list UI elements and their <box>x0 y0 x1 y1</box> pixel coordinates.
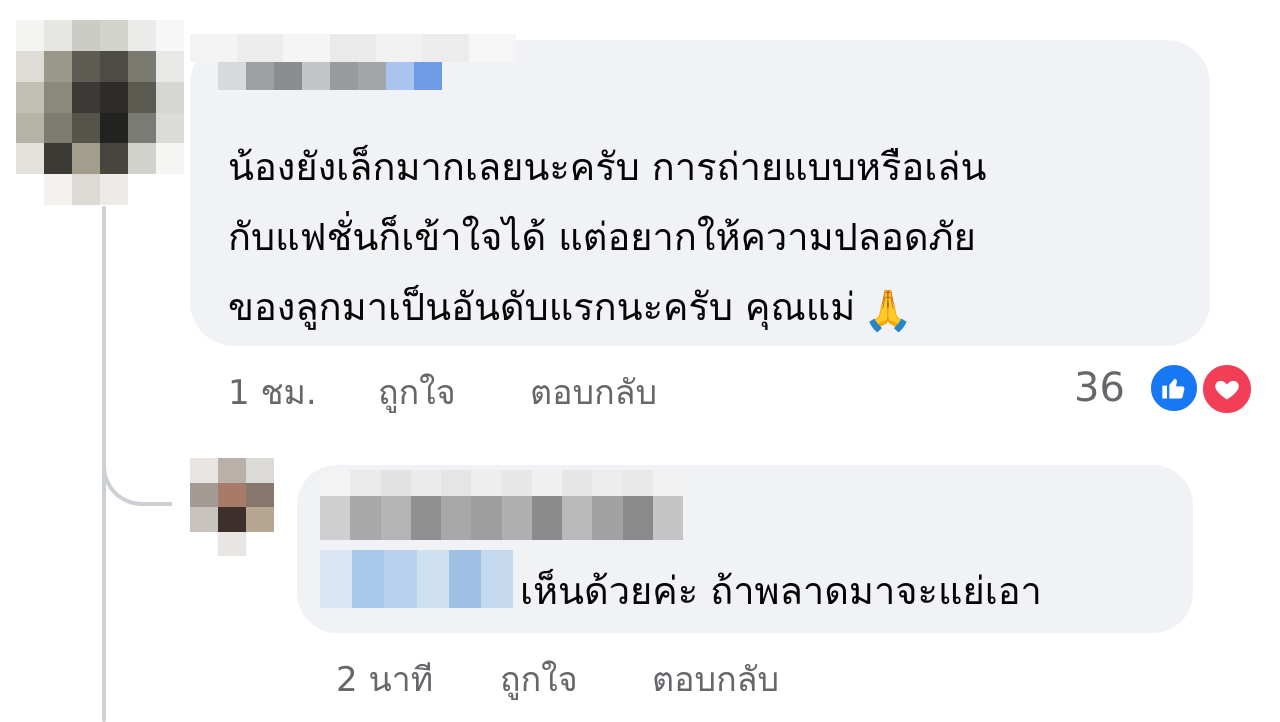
commenter-name-blurred <box>320 496 683 540</box>
folded-hands-emoji: 🙏 <box>863 288 914 334</box>
comment-timestamp[interactable]: 1 ชม. <box>228 371 317 415</box>
like-button[interactable]: ถูกใจ <box>500 658 578 702</box>
commenter-name[interactable] <box>320 470 683 496</box>
commenter-name[interactable] <box>190 34 517 62</box>
tagged-name-blurred[interactable] <box>320 550 514 608</box>
like-button[interactable]: ถูกใจ <box>378 371 456 415</box>
avatar[interactable] <box>16 20 184 205</box>
reply-text: เห็นด้วยค่ะ ถ้าพลาดมาจะแย่เอา <box>520 569 1042 613</box>
comment-text: น้องยังเล็กมากเลยนะครับ การถ่ายแบบหรือเล… <box>228 145 987 334</box>
like-icon[interactable] <box>1148 362 1200 414</box>
avatar[interactable] <box>190 458 274 556</box>
reply-button[interactable]: ตอบกลับ <box>530 371 657 415</box>
reply-timestamp[interactable]: 2 นาที <box>336 658 433 702</box>
reply-button[interactable]: ตอบกลับ <box>652 658 779 702</box>
reply-connector <box>102 440 172 506</box>
reaction-count[interactable]: 36 <box>1074 364 1125 412</box>
commenter-name-blurred <box>218 62 442 90</box>
love-icon[interactable] <box>1200 362 1254 416</box>
thumbs-up-icon <box>1162 378 1185 399</box>
heart-icon <box>1215 380 1239 400</box>
